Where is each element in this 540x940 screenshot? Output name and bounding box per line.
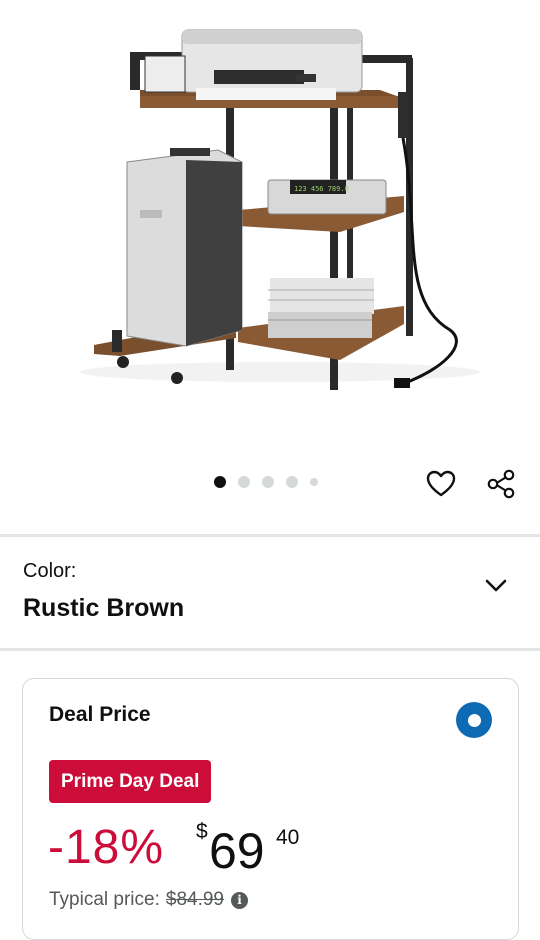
share-icon — [487, 469, 515, 499]
section-divider — [0, 534, 540, 537]
price-currency: $ — [196, 820, 208, 843]
info-icon[interactable]: i — [231, 891, 248, 909]
carousel-dot-1[interactable] — [214, 476, 226, 488]
color-label: Color: — [23, 560, 77, 582]
typical-price-label: Typical price: — [49, 889, 160, 910]
deal-title: Deal Price — [49, 703, 151, 726]
typical-price: Typical price: $84.99 i — [49, 889, 248, 911]
heart-icon — [426, 470, 456, 497]
carousel-dot-5[interactable] — [310, 478, 318, 486]
section-divider — [0, 648, 540, 651]
price-fraction: 40 — [276, 826, 300, 849]
deal-price-option[interactable]: Deal Price Prime Day Deal -18% $ 69 40 T… — [22, 678, 519, 940]
image-carousel-dots[interactable] — [214, 476, 330, 488]
product-illustration: 123 456 789.0 — [80, 29, 480, 390]
radio-selected-indicator — [467, 713, 481, 727]
carousel-dot-3[interactable] — [262, 476, 274, 488]
deal-radio-button[interactable] — [456, 702, 492, 738]
carousel-dot-4[interactable] — [286, 476, 298, 488]
prime-day-deal-badge: Prime Day Deal — [49, 760, 212, 803]
share-button[interactable] — [479, 462, 523, 506]
color-dropdown-toggle[interactable] — [478, 568, 514, 604]
carousel-dot-2[interactable] — [238, 476, 250, 488]
chevron-down-icon — [485, 579, 507, 592]
price-whole: 69 — [209, 823, 265, 879]
typical-price-value: $84.99 — [165, 889, 224, 910]
discount-percent: -18% — [48, 821, 165, 874]
wishlist-button[interactable] — [419, 462, 463, 506]
product-image[interactable]: 123 456 789.0 — [0, 0, 540, 450]
color-value: Rustic Brown — [23, 594, 185, 622]
svg-text:123 456 789.0: 123 456 789.0 — [294, 185, 349, 193]
